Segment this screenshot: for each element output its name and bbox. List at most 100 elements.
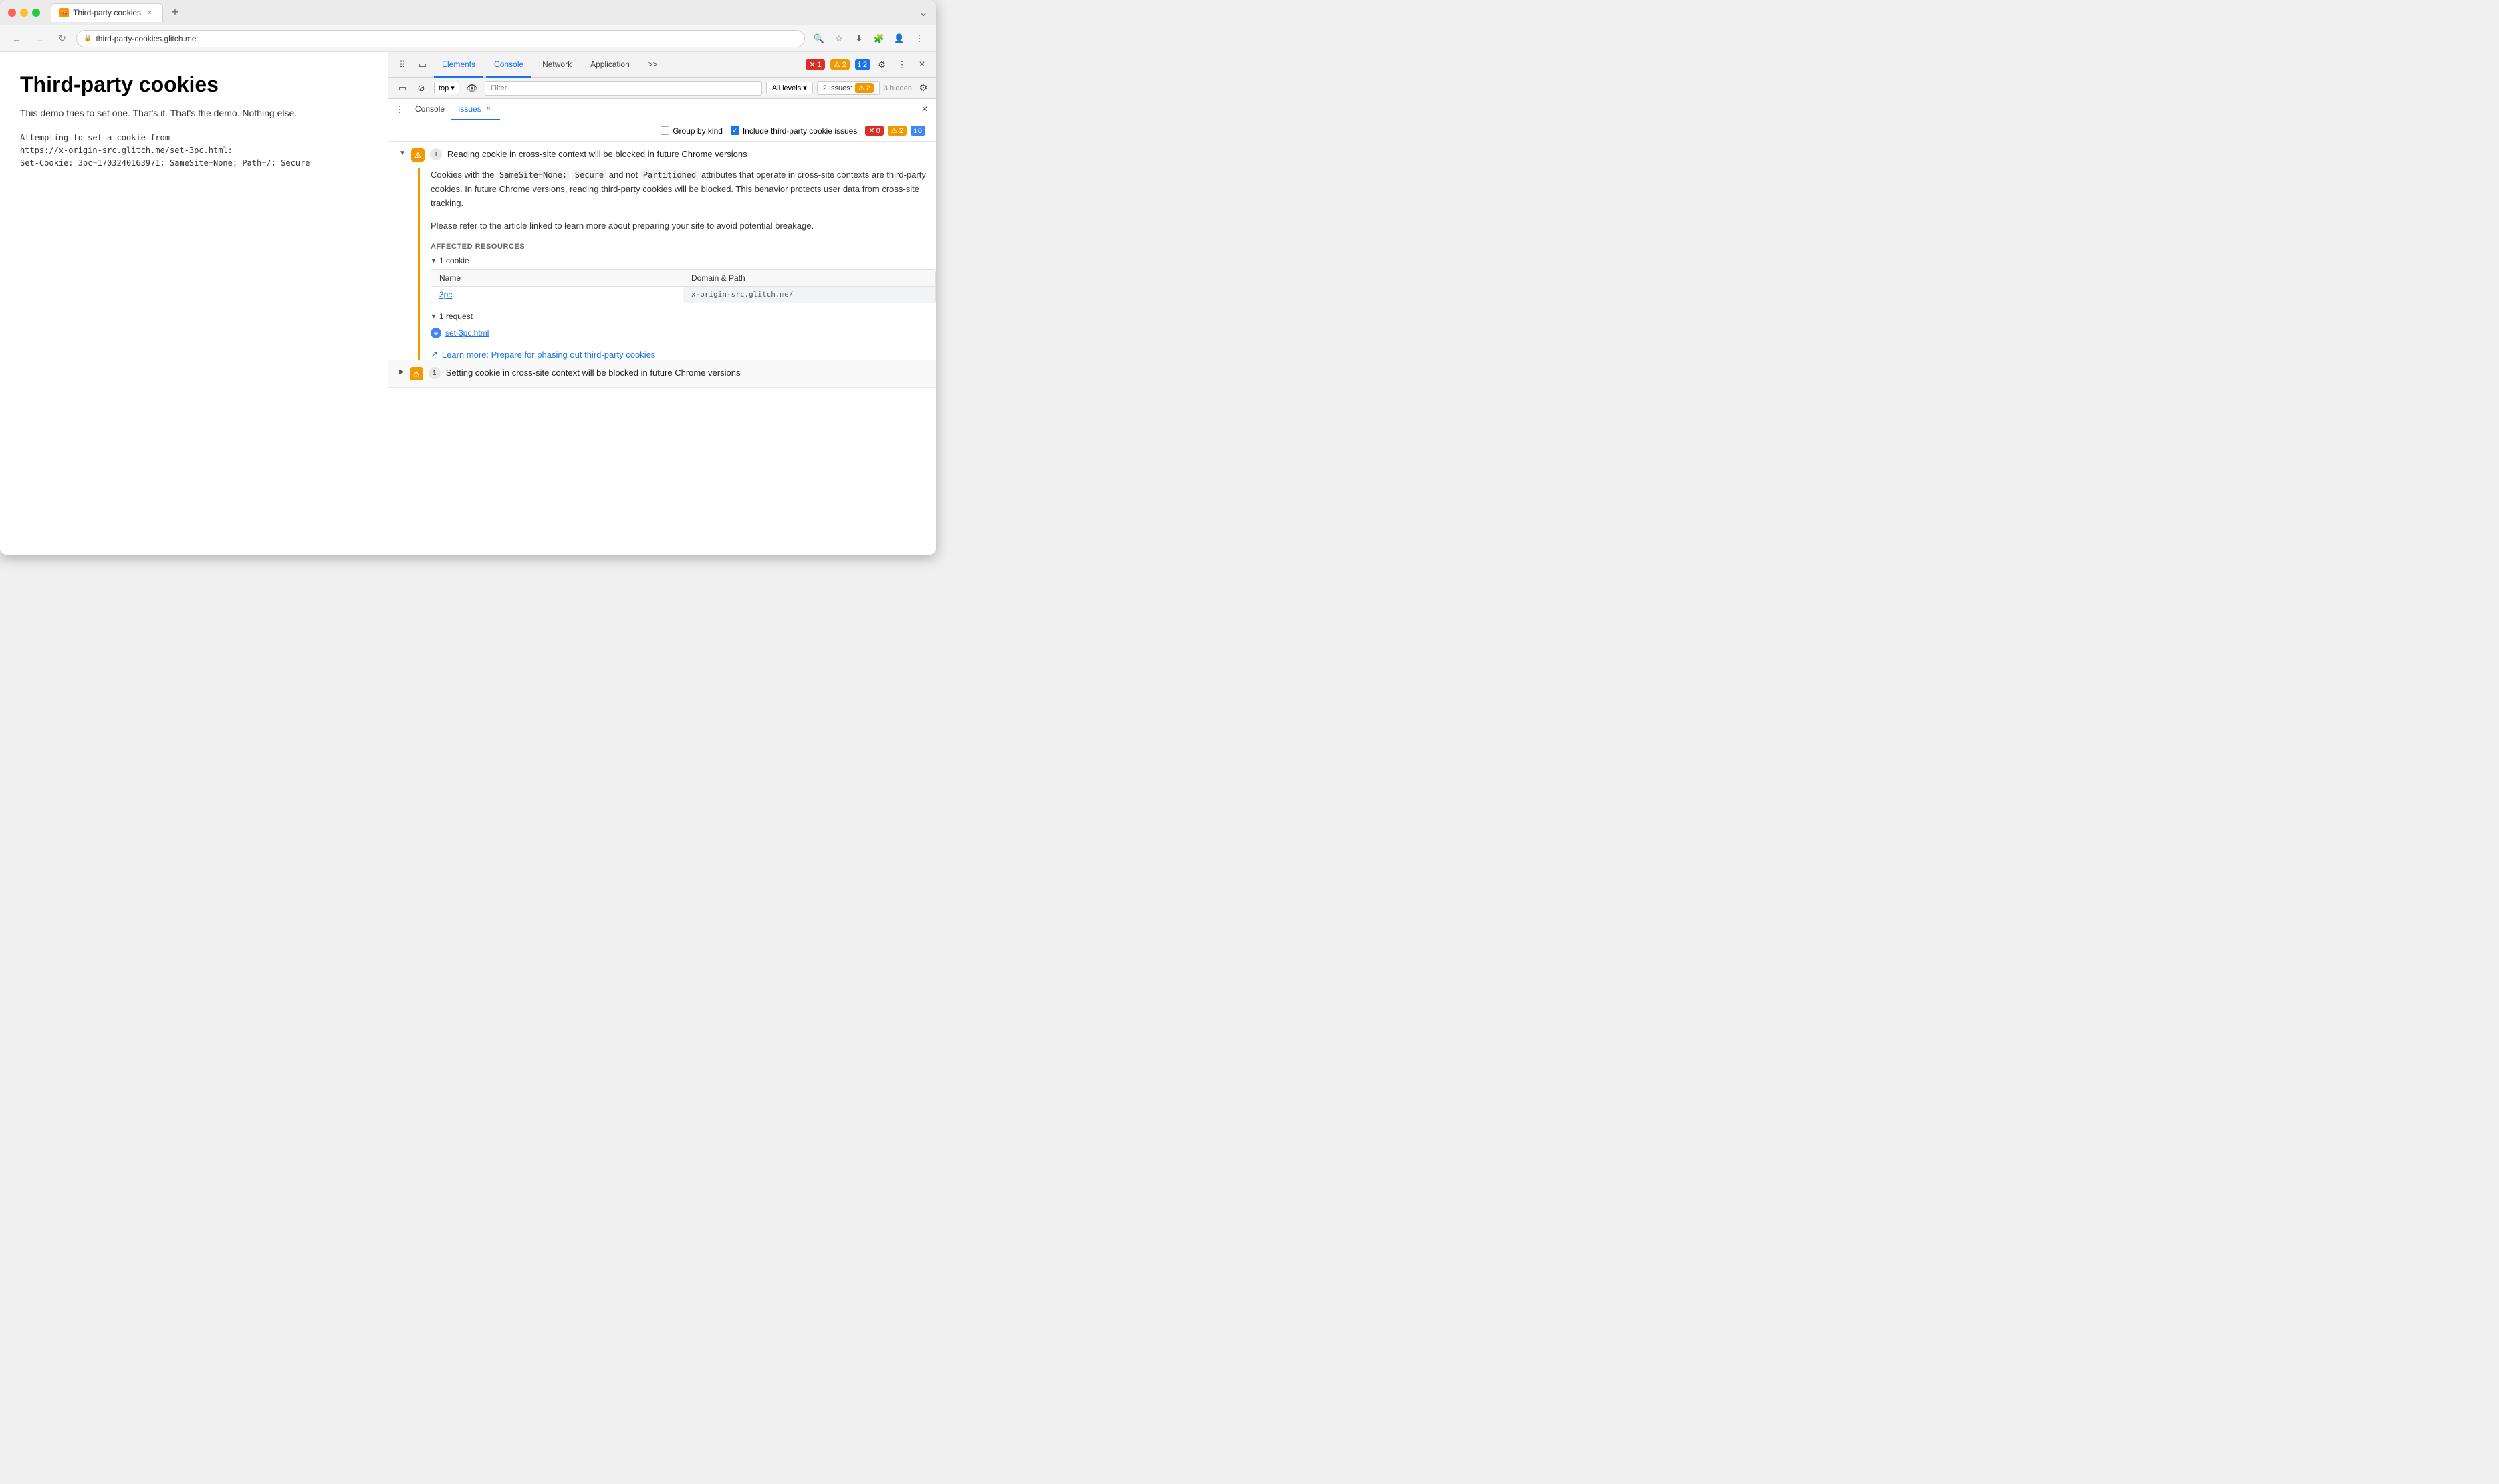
learn-more-text: Learn more: Prepare for phasing out thir…	[442, 350, 655, 360]
code-samesite: SameSite=None;	[497, 170, 570, 180]
tab-network[interactable]: Network	[534, 52, 580, 78]
devtools-close-button[interactable]: ×	[913, 56, 931, 74]
cookie-table: Name Domain & Path 3pc x-origin-src.glit…	[431, 269, 936, 303]
profile-icon[interactable]: 👤	[890, 30, 908, 47]
error-badge[interactable]: ✕ 1	[806, 59, 824, 70]
issue-1-title: Reading cookie in cross-site context wil…	[447, 148, 747, 160]
group-by-kind-text: Group by kind	[673, 126, 723, 136]
console-clear-icon[interactable]: ⊘	[412, 80, 430, 97]
request-section-expand-icon: ▼	[431, 313, 437, 320]
frame-dropdown-icon: ▾	[451, 84, 455, 92]
request-section-header[interactable]: ▼ 1 request	[431, 312, 936, 321]
console-tab-label: Console	[415, 104, 445, 114]
settings-icon[interactable]: ⚙	[873, 56, 890, 74]
address-bar[interactable]: 🔒 third-party-cookies.glitch.me	[76, 30, 805, 47]
affected-label: AFFECTED RESOURCES	[431, 243, 936, 251]
cookie-section-label: 1 cookie	[439, 256, 469, 265]
request-icon: ⊕	[431, 328, 441, 338]
browser-tab[interactable]: 🍪 Third-party cookies ×	[51, 3, 163, 22]
traffic-lights	[8, 9, 40, 17]
nav-actions: 🔍 ☆ ⬇ 🧩 👤 ⋮	[810, 30, 928, 47]
tab-console[interactable]: Console	[486, 52, 531, 78]
page-content: Third-party cookies This demo tries to s…	[0, 52, 388, 555]
panel-close-button[interactable]: ×	[916, 101, 933, 118]
new-tab-button[interactable]: +	[166, 3, 185, 22]
close-button[interactable]	[8, 9, 16, 17]
issue-1-header[interactable]: ▼ ⚠ 1 Reading cookie in cross-site conte…	[388, 142, 936, 168]
window-controls: ⌄	[919, 6, 928, 19]
window-minimize-icon: ⌄	[919, 6, 928, 19]
issue-2-header[interactable]: ▶ ⚠ 1 Setting cookie in cross-site conte…	[388, 360, 936, 387]
tab-favicon: 🍪	[60, 8, 69, 17]
console-gear-icon[interactable]: ⚙	[916, 81, 931, 96]
level-label: All levels	[772, 84, 801, 92]
eye-icon[interactable]: 👁	[463, 80, 481, 97]
device-toolbar-icon[interactable]: ▭	[414, 56, 431, 74]
cookie-section-header[interactable]: ▼ 1 cookie	[431, 256, 936, 265]
cookie-name-link[interactable]: 3pc	[431, 287, 683, 303]
devtools-toolbar: ⠿ ▭ Elements Console Network Application…	[388, 52, 936, 78]
panel-icon[interactable]: ⋮	[391, 101, 408, 118]
log-line2: https://x-origin-src.glitch.me/set-3pc.h…	[20, 146, 233, 155]
inspect-element-icon[interactable]: ⠿	[394, 56, 411, 74]
issue-count-badges: ✕ 0 ⚠ 2 ℹ 0	[865, 126, 925, 136]
issues-options-bar: Group by kind ✓ Include third-party cook…	[388, 120, 936, 142]
minimize-button[interactable]	[20, 9, 28, 17]
cookie-section-expand-icon: ▼	[431, 257, 437, 264]
title-bar: 🍪 Third-party cookies × + ⌄	[0, 0, 936, 25]
issue-2-count-badge: 1	[429, 367, 441, 379]
refresh-button[interactable]: ↻	[53, 30, 71, 47]
level-selector[interactable]: All levels ▾	[766, 82, 813, 94]
tab-issues-panel[interactable]: Issues ×	[451, 99, 500, 120]
request-link[interactable]: set-3pc.html	[445, 328, 489, 338]
issues-tab-close-icon[interactable]: ×	[484, 104, 493, 114]
console-layout-icon[interactable]: ▭	[394, 80, 411, 97]
filter-input[interactable]	[485, 81, 762, 96]
affected-resources: AFFECTED RESOURCES ▼ 1 cookie Name Doma	[431, 243, 936, 341]
tab-more[interactable]: >>	[640, 52, 666, 78]
issues-tab-label: Issues	[458, 104, 481, 114]
group-by-kind-checkbox[interactable]	[661, 126, 669, 135]
code-secure: Secure	[572, 170, 606, 180]
include-third-party-checkbox[interactable]: ✓	[731, 126, 739, 135]
info-count-badge: ℹ 0	[911, 126, 925, 136]
nav-bar: ← → ↻ 🔒 third-party-cookies.glitch.me 🔍 …	[0, 25, 936, 52]
bookmark-icon[interactable]: ☆	[830, 30, 848, 47]
issue-2-expand-icon: ▶	[399, 368, 404, 376]
issue-1-warning-icon: ⚠	[411, 148, 425, 162]
tab-close-icon[interactable]: ×	[145, 8, 154, 17]
external-link-icon: ↗	[431, 349, 438, 360]
learn-more-link[interactable]: ↗ Learn more: Prepare for phasing out th…	[431, 349, 936, 360]
cookie-table-header: Name Domain & Path	[431, 270, 935, 287]
issue-1-desc: Cookies with the SameSite=None; Secure a…	[431, 168, 936, 210]
console-left-icons: ▭ ⊘	[394, 80, 430, 97]
maximize-button[interactable]	[32, 9, 40, 17]
extension-icon[interactable]: 🧩	[870, 30, 888, 47]
group-by-kind-label[interactable]: Group by kind	[661, 126, 723, 136]
issue-1-count-badge: 1	[430, 148, 442, 160]
issues-label: 2 Issues:	[823, 84, 852, 92]
request-resource-section: ▼ 1 request ⊕ set-3pc.html	[431, 312, 936, 341]
issues-count-badge[interactable]: 2 Issues: ⚠ 2	[817, 81, 880, 95]
issues-warning-badge: ⚠ 2	[855, 83, 874, 93]
tab-bar: 🍪 Third-party cookies × +	[51, 3, 914, 22]
tab-elements[interactable]: Elements	[434, 52, 483, 78]
forward-button[interactable]: →	[31, 30, 48, 47]
zoom-icon[interactable]: 🔍	[810, 30, 828, 47]
warning-badge[interactable]: ⚠ 2	[830, 59, 850, 70]
request-item[interactable]: ⊕ set-3pc.html	[431, 325, 936, 341]
col-domain-header: Domain & Path	[683, 270, 935, 286]
warning-count-badge: ⚠ 2	[888, 126, 907, 136]
info-badge[interactable]: ℹ 2	[855, 59, 870, 70]
more-devtools-icon[interactable]: ⋮	[893, 56, 911, 74]
frame-selector[interactable]: top ▾	[434, 82, 459, 94]
hidden-label: 3 hidden	[884, 84, 912, 92]
include-third-party-label[interactable]: ✓ Include third-party cookie issues	[731, 126, 857, 136]
more-options-icon[interactable]: ⋮	[911, 30, 928, 47]
download-icon[interactable]: ⬇	[850, 30, 868, 47]
cookie-resource-section: ▼ 1 cookie Name Domain & Path 3	[431, 256, 936, 303]
tab-console-panel[interactable]: Console	[408, 99, 451, 120]
back-button[interactable]: ←	[8, 30, 25, 47]
tab-application[interactable]: Application	[582, 52, 638, 78]
page-title: Third-party cookies	[20, 72, 368, 97]
